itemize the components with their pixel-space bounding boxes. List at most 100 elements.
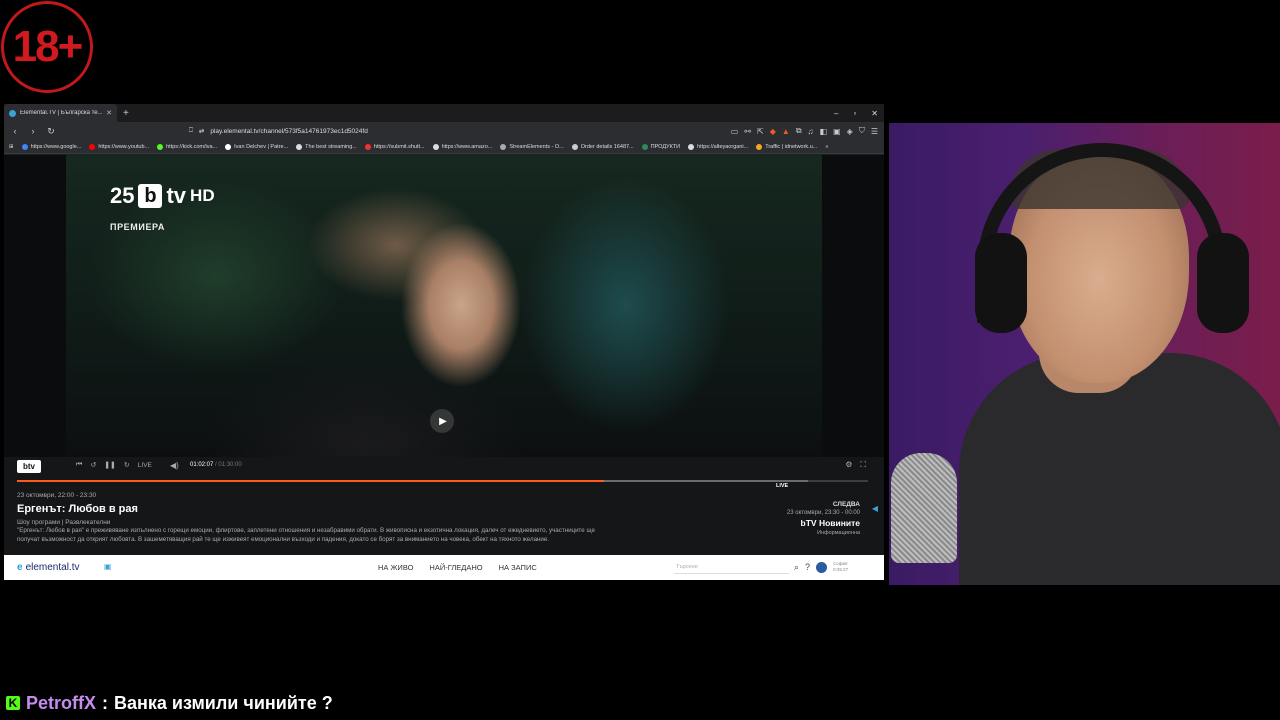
channel-logo: 25 b tv HD (110, 183, 215, 208)
webcam-person-body (959, 353, 1280, 585)
nav-most-watched[interactable]: НАЙ-ГЛЕДАНО (429, 563, 482, 572)
tab-bar: Elemental.TV | Българска те... ✕ + – ▫ ✕ (4, 104, 884, 122)
bookmark-item[interactable]: The best streaming... (296, 143, 357, 150)
pause-icon[interactable]: ❚❚ (104, 461, 116, 469)
reload-icon[interactable]: ↻ (46, 126, 56, 137)
toolbar-icons: ▭ ⚯ ⇱ ◆ ▲ ⧉ ♫ ◧ ▣ ◈ ⛉ ☰ (731, 122, 878, 140)
bookmark-item[interactable]: https://kick.com/iva... (157, 143, 217, 150)
player-controls: btv ⏮ ↺ ❚❚ ↻ LIVE ◀) 01:02:07 / 01:30:00… (4, 457, 884, 555)
play-icon[interactable]: ▶ (430, 409, 454, 433)
player-right-controls: ⚙ ⛶ (845, 460, 866, 470)
chat-username: PetroffX (26, 692, 97, 713)
chat-message: K PetroffX : Ванка измили чинийте ? (6, 691, 333, 715)
close-tab-icon[interactable]: ✕ (106, 109, 112, 117)
bookmark-item[interactable]: Ivan Delchev | Patre... (225, 143, 288, 150)
minimize-button[interactable]: – (834, 109, 838, 118)
forward-icon[interactable]: › (28, 126, 38, 136)
help-icon[interactable]: ? (805, 562, 810, 572)
fullscreen-icon[interactable]: ⛶ (860, 460, 866, 470)
more-bookmarks-icon[interactable]: » (825, 144, 828, 150)
url-text: play.elemental.tv/channel/573f5a14761973… (210, 127, 368, 135)
search-input[interactable]: Търсене (674, 562, 789, 574)
next-label: СЛЕДВА (832, 501, 860, 508)
order-icon (571, 143, 578, 150)
bookmark-item[interactable]: Traffic | idnetwork.u... (756, 143, 817, 150)
nav-live[interactable]: НА ЖИВО (378, 563, 413, 572)
media-icon[interactable]: ♫ (808, 127, 814, 136)
browser-window: Elemental.TV | Българска те... ✕ + – ▫ ✕… (4, 104, 884, 580)
headset-left-cup (975, 233, 1027, 333)
close-window-button[interactable]: ✕ (871, 109, 878, 118)
program-genre: Шоу програми | Развлекателни (17, 519, 111, 526)
progress-bar[interactable] (17, 480, 868, 482)
live-marker: LIVE (776, 483, 789, 489)
bookmark-item[interactable]: https://www.amazo... (432, 143, 492, 150)
collapse-arrow-icon[interactable]: ◀ (872, 504, 878, 513)
share-icon[interactable]: ⇱ (757, 127, 764, 136)
browser-tab[interactable]: Elemental.TV | Българска те... ✕ (4, 104, 117, 122)
wallet-icon[interactable]: ◈ (847, 127, 853, 136)
bookmark-item[interactable]: https://www.youtub... (89, 143, 149, 150)
nav-recorded[interactable]: НА ЗАПИС (499, 563, 537, 572)
lock-icon[interactable]: ▣ (104, 562, 112, 571)
new-tab-button[interactable]: + (123, 108, 129, 119)
bookmark-item[interactable]: Order details 16487... (571, 143, 634, 150)
next-title: bTV Новините (800, 518, 860, 528)
amazon-icon (432, 143, 439, 150)
tab-search-icon[interactable]: ▣ (833, 127, 841, 136)
site-navbar: e elemental.tv ▣ НА ЖИВО НАЙ-ГЛЕДАНО НА … (4, 555, 884, 580)
brave-shield-icon[interactable]: ◆ (770, 127, 776, 136)
bookmark-item[interactable]: https://alteyaorgani... (688, 143, 748, 150)
bookmark-star-icon[interactable]: ⎕ (189, 127, 193, 135)
progress-buffer (604, 480, 809, 482)
maximize-button[interactable]: ▫ (853, 109, 856, 118)
next-time: 23 октомври, 23:30 - 00:00 (786, 510, 860, 516)
next-program[interactable]: СЛЕДВА 23 октомври, 23:30 - 00:00 bTV Но… (787, 501, 860, 536)
address-bar: ‹ › ↻ ⎕ ⇄ play.elemental.tv/channel/573f… (4, 122, 884, 140)
bookmark-item[interactable]: StreamElements - O... (500, 143, 564, 150)
menu-icon[interactable]: ☰ (871, 127, 878, 136)
channel-small-logo: btv (17, 460, 41, 473)
cast-icon[interactable]: ▭ (731, 127, 739, 136)
age-rating-badge: 18+ (1, 1, 93, 93)
avatar[interactable] (816, 561, 828, 573)
time-display: 01:02:07 / 01:30:00 (190, 462, 242, 468)
settings-icon[interactable]: ⚙ (845, 460, 852, 470)
live-button[interactable]: LIVE (138, 462, 152, 469)
bookmarks-bar: ⊞ https://www.google... https://www.yout… (4, 140, 884, 154)
traffic-icon (756, 143, 763, 150)
tab-title: Elemental.TV | Българска те... (20, 110, 103, 116)
site-info-icon[interactable]: ⇄ (199, 127, 204, 135)
extensions-icon[interactable]: ⧉ (796, 126, 802, 136)
site-logo[interactable]: e elemental.tv (17, 562, 79, 573)
program-description: "Ергенът: Любов в рая" е преживяване изп… (17, 527, 595, 543)
bookmark-item[interactable]: ПРОДУКТИ (641, 143, 680, 150)
rewind-icon[interactable]: ↺ (90, 461, 96, 469)
rewards-icon[interactable]: ▲ (782, 127, 790, 136)
translate-icon[interactable]: ⚯ (744, 127, 751, 136)
transport-controls: ⏮ ↺ ❚❚ ↻ LIVE (76, 461, 152, 469)
back-icon[interactable]: ‹ (10, 126, 20, 136)
url-field[interactable]: ⎕ ⇄ play.elemental.tv/channel/573f5a1476… (189, 124, 689, 138)
products-icon (641, 143, 648, 150)
patreon-icon (225, 143, 232, 150)
sidebar-icon[interactable]: ◧ (820, 127, 828, 136)
premiere-label: ПРЕМИЕРА (110, 222, 165, 232)
user-meta: София 0:25:27 (833, 561, 849, 572)
site-utility-icons: ⌕ ? София 0:25:27 (794, 561, 848, 573)
microphone (891, 453, 957, 563)
main-nav: НА ЖИВО НАЙ-ГЛЕДАНО НА ЗАПИС (378, 563, 537, 572)
skip-back-icon[interactable]: ⏮ (76, 461, 82, 469)
forward-icon[interactable]: ↻ (124, 461, 130, 469)
bookmark-item[interactable]: https://www.google... (21, 143, 81, 150)
kick-icon (157, 143, 164, 150)
streaming-icon (296, 143, 303, 150)
next-genre: Информационна (817, 530, 860, 536)
progress-fill (17, 480, 605, 482)
apps-icon[interactable]: ⊞ (9, 144, 14, 150)
video-player[interactable]: 25 b tv HD ПРЕМИЕРА ▶ (4, 155, 884, 457)
vpn-icon[interactable]: ⛉ (859, 126, 865, 136)
search-icon[interactable]: ⌕ (794, 562, 799, 573)
bookmark-item[interactable]: https://submit.shutt... (364, 143, 425, 150)
volume-icon[interactable]: ◀) (170, 461, 179, 470)
